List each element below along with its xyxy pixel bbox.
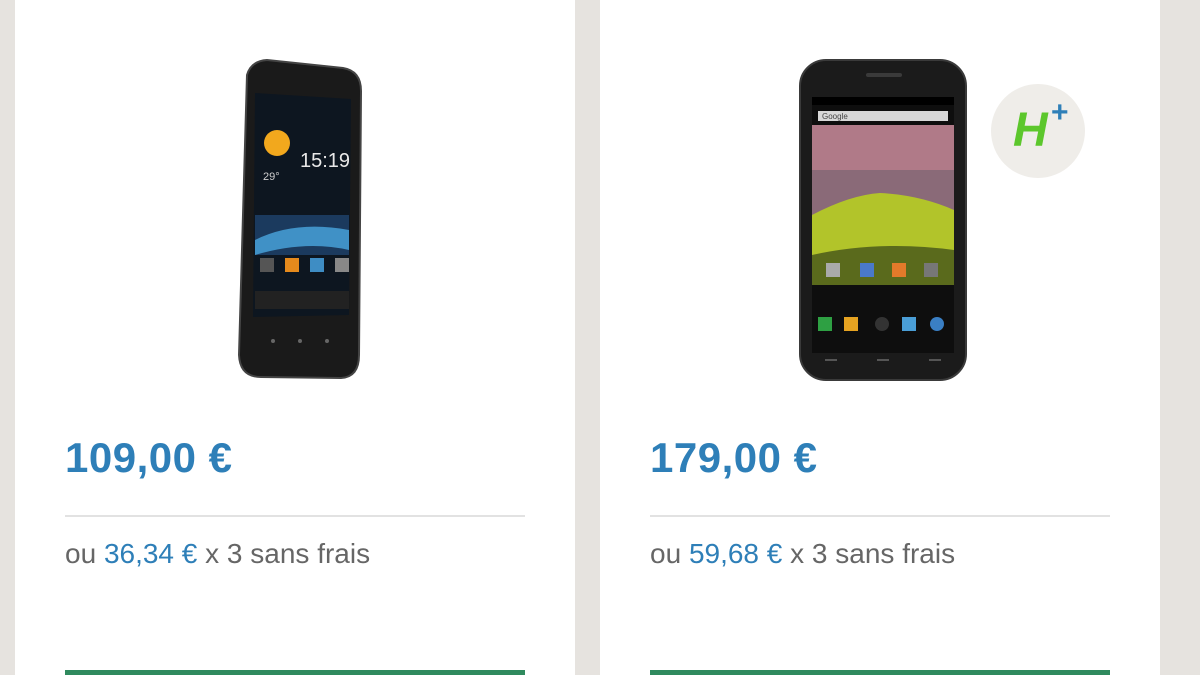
product-price: 179,00 € <box>650 434 818 481</box>
badge-letter: H <box>1013 104 1048 157</box>
divider <box>650 515 1110 517</box>
product-image-1[interactable]: 15:19 29° <box>15 55 575 385</box>
hplus-network-badge: H + <box>991 84 1085 178</box>
badge-plus: + <box>1051 96 1069 129</box>
screen-clock: 15:19 <box>300 150 350 172</box>
product-card-2[interactable]: Google H + 179,00 € ou 59,68 € x 3 sans … <box>600 0 1160 675</box>
installment-suffix: x 3 sans frais <box>790 538 956 569</box>
product-card-1[interactable]: 15:19 29° 109,00 € ou 36,34 € x 3 sans f… <box>15 0 575 675</box>
add-to-cart-button[interactable] <box>65 670 525 675</box>
installment-prefix: ou <box>650 538 682 569</box>
search-bar-text: Google <box>822 112 848 121</box>
installment-text: ou 36,34 € x 3 sans frais <box>65 538 370 570</box>
installment-text: ou 59,68 € x 3 sans frais <box>650 538 955 570</box>
add-to-cart-button[interactable] <box>650 670 1110 675</box>
installment-suffix: x 3 sans frais <box>205 538 371 569</box>
smartphone-image: 15:19 29° <box>237 58 363 380</box>
product-price: 109,00 € <box>65 434 233 481</box>
installment-prefix: ou <box>65 538 97 569</box>
divider <box>65 515 525 517</box>
installment-amount: 36,34 € <box>103 538 198 569</box>
screen-temp: 29° <box>263 171 280 183</box>
installment-amount: 59,68 € <box>688 538 783 569</box>
